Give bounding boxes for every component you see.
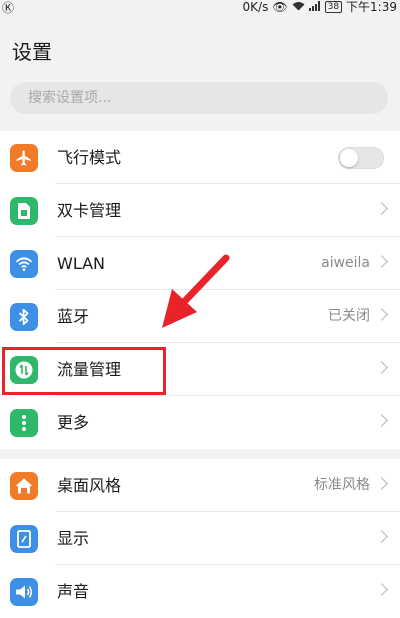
bluetooth-status: 已关闭 — [328, 308, 370, 324]
more-dots-icon — [10, 409, 38, 437]
settings-group-network: 飞行模式 双卡管理 WLAN aiweila 蓝牙 已关闭 流量管理 更多 — [0, 131, 400, 449]
chevron-right-icon — [375, 414, 388, 427]
settings-row-label: 双卡管理 — [57, 201, 122, 220]
settings-row-label: 更多 — [57, 413, 90, 432]
settings-row-data-usage[interactable]: 流量管理 — [0, 343, 400, 396]
settings-row-home-style[interactable]: 桌面风格 标准风格 — [0, 459, 400, 512]
bluetooth-icon — [10, 303, 38, 331]
settings-row-label: 蓝牙 — [57, 307, 90, 326]
chevron-right-icon — [375, 202, 388, 215]
airplane-mode-toggle[interactable] — [338, 147, 384, 169]
home-style-value: 标准风格 — [314, 477, 370, 493]
settings-row-display[interactable]: 显示 — [0, 512, 400, 565]
battery-icon: 38 — [324, 0, 343, 13]
display-icon — [10, 525, 38, 553]
status-bar: Ⓚ 0K/s 👁 38 下午1:39 — [0, 0, 400, 15]
settings-group-display: 桌面风格 标准风格 显示 声音 — [0, 459, 400, 618]
settings-row-label: 桌面风格 — [57, 476, 122, 495]
k-circle-icon: Ⓚ — [2, 1, 15, 15]
network-speed: 0K/s — [242, 0, 269, 14]
wifi-status-icon — [292, 0, 305, 14]
chevron-right-icon — [375, 530, 388, 543]
signal-icon — [308, 0, 321, 14]
settings-row-dual-sim[interactable]: 双卡管理 — [0, 184, 400, 237]
settings-row-sound[interactable]: 声音 — [0, 565, 400, 618]
chevron-right-icon — [375, 477, 388, 490]
settings-row-label: 声音 — [57, 582, 90, 601]
chevron-right-icon — [375, 255, 388, 268]
settings-row-airplane-mode[interactable]: 飞行模式 — [0, 131, 400, 184]
settings-row-wlan[interactable]: WLAN aiweila — [0, 237, 400, 290]
toggle-knob — [340, 149, 358, 167]
status-right: 0K/s 👁 38 下午1:39 — [243, 0, 397, 15]
page-title: 设置 — [12, 40, 52, 64]
settings-row-label: 飞行模式 — [57, 148, 122, 167]
clock: 下午1:39 — [346, 0, 397, 14]
settings-row-more[interactable]: 更多 — [0, 396, 400, 449]
settings-row-bluetooth[interactable]: 蓝牙 已关闭 — [0, 290, 400, 343]
sim-card-icon — [10, 197, 38, 225]
data-usage-icon — [10, 356, 38, 384]
settings-row-label: WLAN — [57, 254, 106, 273]
airplane-icon — [10, 144, 38, 172]
speaker-icon — [10, 578, 38, 606]
chevron-right-icon — [375, 361, 388, 374]
wlan-network-name: aiweila — [321, 255, 370, 271]
chevron-right-icon — [375, 583, 388, 596]
chevron-right-icon — [375, 308, 388, 321]
home-icon — [10, 472, 38, 500]
settings-row-label: 显示 — [57, 529, 90, 548]
wifi-icon — [10, 250, 38, 278]
eye-icon: 👁 — [272, 0, 288, 14]
settings-row-label: 流量管理 — [57, 360, 122, 379]
search-input[interactable] — [10, 82, 388, 114]
